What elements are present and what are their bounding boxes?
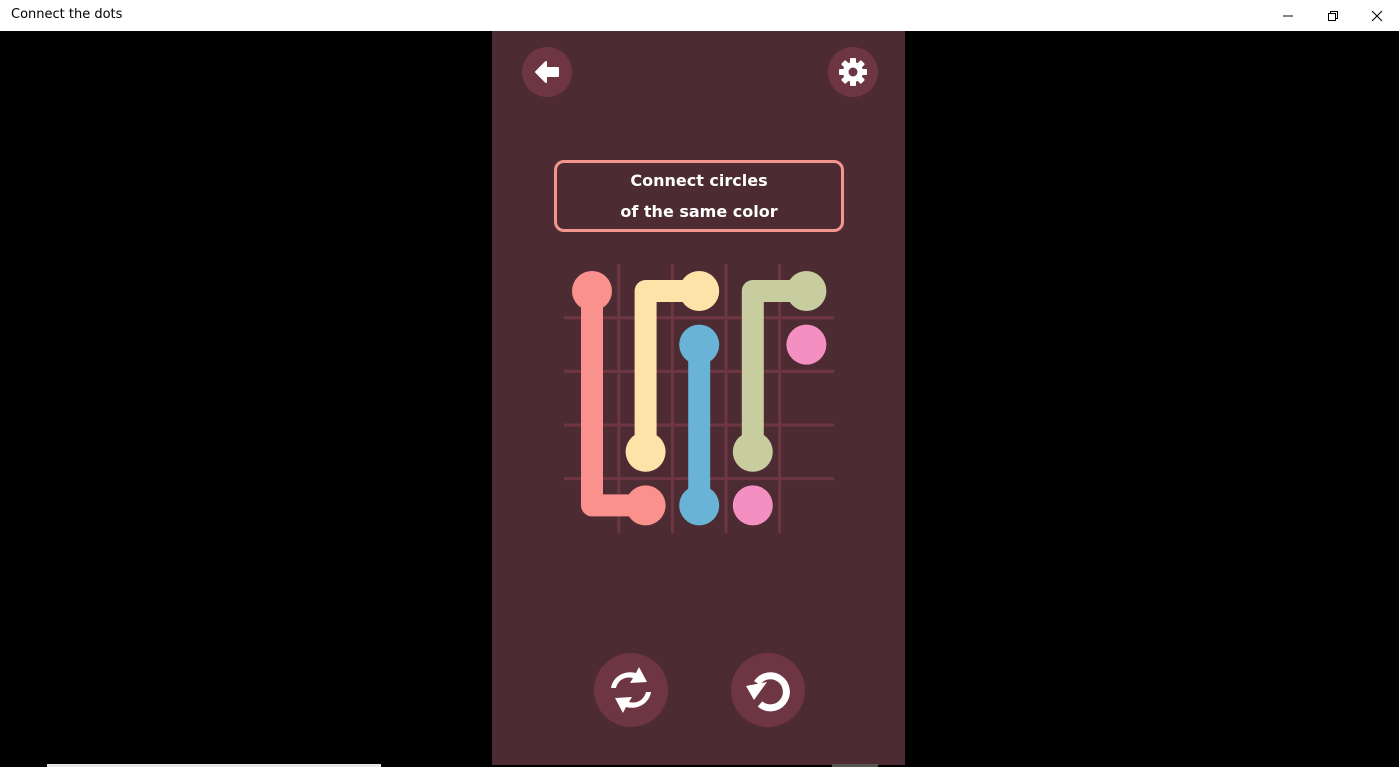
close-button[interactable] xyxy=(1354,0,1399,31)
instruction-line-1: Connect circles xyxy=(630,171,768,190)
blue-dot[interactable] xyxy=(679,324,720,365)
window-title: Connect the dots xyxy=(11,7,123,22)
game-panel xyxy=(492,31,905,765)
instruction-line-2: of the same color xyxy=(620,202,778,221)
close-icon xyxy=(1371,10,1382,21)
title-bar: Connect the dots xyxy=(0,0,1399,31)
settings-button[interactable] xyxy=(828,47,878,97)
restore-icon xyxy=(1327,10,1338,21)
undo-icon xyxy=(746,672,790,712)
minimize-button[interactable] xyxy=(1265,0,1310,31)
minimize-icon xyxy=(1282,15,1293,16)
salmon-dot[interactable] xyxy=(625,485,666,526)
pink-dot[interactable] xyxy=(786,324,827,365)
gear-icon xyxy=(839,58,867,86)
yellow-dot[interactable] xyxy=(625,431,666,472)
pink-dot[interactable] xyxy=(732,485,773,526)
shuffle-button[interactable] xyxy=(594,653,668,727)
arrow-left-icon xyxy=(535,61,559,83)
undo-button[interactable] xyxy=(731,653,805,727)
salmon-dot[interactable] xyxy=(572,271,612,311)
blue-dot[interactable] xyxy=(679,485,720,526)
yellow-dot[interactable] xyxy=(679,271,720,311)
back-button[interactable] xyxy=(522,47,572,97)
instruction-box: Connect circles of the same color xyxy=(554,160,844,232)
refresh-icon xyxy=(611,667,651,713)
restore-button[interactable] xyxy=(1310,0,1355,31)
sage-dot[interactable] xyxy=(732,431,773,472)
sage-dot[interactable] xyxy=(786,271,827,311)
